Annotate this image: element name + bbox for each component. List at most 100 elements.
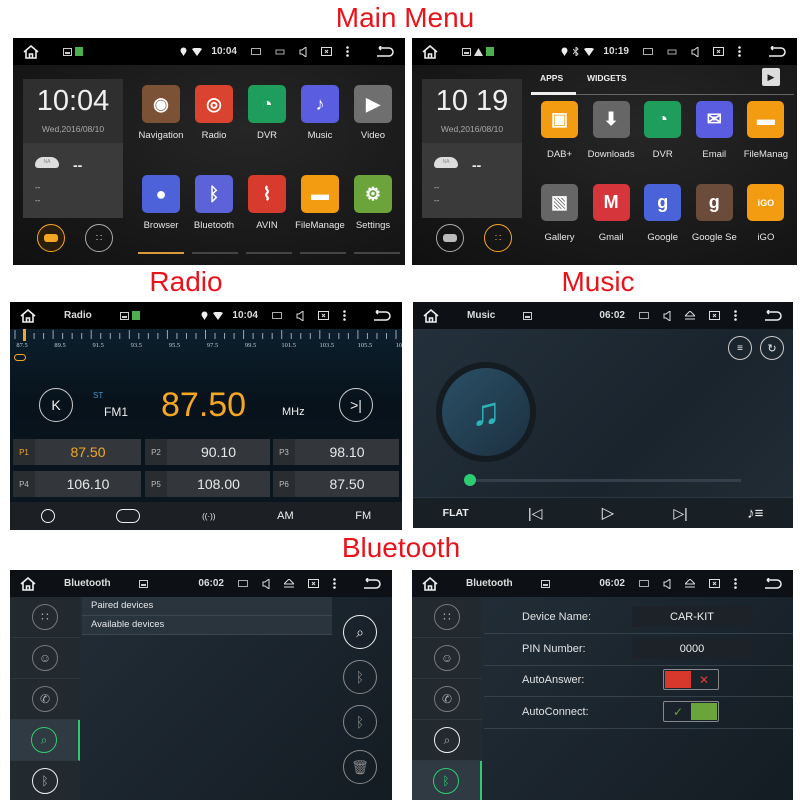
sidebar-search[interactable]: ⌕ bbox=[412, 720, 482, 761]
eject-icon[interactable] bbox=[685, 579, 695, 588]
preset-p3[interactable]: P3 98.10 bbox=[273, 439, 399, 465]
more-options-icon[interactable] bbox=[738, 46, 741, 57]
app-filemanag[interactable]: ▬ FileManag bbox=[739, 101, 792, 160]
sidebar-contacts[interactable]: ☺ bbox=[412, 638, 482, 679]
app-dvr[interactable]: ◔ DVR bbox=[240, 85, 294, 141]
app-gallery[interactable]: ▧ Gallery bbox=[533, 184, 586, 243]
clock-widget[interactable]: 10:04 Wed,2016/08/10 bbox=[23, 79, 123, 143]
preset-p1[interactable]: P1 87.50 bbox=[13, 439, 141, 465]
all-apps-button[interactable]: ∷ bbox=[484, 224, 512, 252]
more-options-icon[interactable] bbox=[333, 578, 336, 589]
more-options-icon[interactable] bbox=[346, 46, 349, 57]
playlist-button[interactable]: ♪≡ bbox=[747, 505, 763, 522]
battery-icon[interactable] bbox=[272, 312, 282, 319]
app-filemanage[interactable]: ▬ FileManage bbox=[293, 175, 347, 231]
app-igo[interactable]: iGO iGO bbox=[739, 184, 792, 243]
am-band-button[interactable]: AM bbox=[277, 510, 294, 522]
pin-number-field[interactable]: 0000 bbox=[632, 638, 752, 659]
page-indicator[interactable] bbox=[300, 252, 346, 254]
play-button[interactable]: ▷ bbox=[602, 503, 614, 523]
fm-band-button[interactable]: FM bbox=[355, 510, 371, 522]
volume-icon[interactable] bbox=[296, 310, 304, 321]
battery-icon[interactable] bbox=[251, 48, 261, 55]
home-icon[interactable] bbox=[20, 576, 36, 591]
frequency-scale[interactable] bbox=[10, 329, 402, 343]
battery-icon[interactable] bbox=[639, 312, 649, 319]
rds-signal-button[interactable]: ((·)) bbox=[202, 512, 215, 521]
sidebar-dialpad[interactable]: ∷ bbox=[10, 597, 80, 638]
back-icon[interactable] bbox=[763, 577, 783, 590]
app-downloads[interactable]: ⬇ Downloads bbox=[585, 101, 638, 160]
preset-p6[interactable]: P6 87.50 bbox=[273, 471, 399, 497]
preset-p4[interactable]: P4 106.10 bbox=[13, 471, 141, 497]
more-options-icon[interactable] bbox=[734, 310, 737, 321]
eject-icon[interactable] bbox=[284, 579, 294, 588]
sidebar-search[interactable]: ⌕ bbox=[10, 720, 80, 761]
battery-icon[interactable] bbox=[238, 580, 248, 587]
screen-off-icon[interactable] bbox=[308, 578, 319, 589]
progress-handle[interactable] bbox=[464, 474, 476, 486]
search-devices-button[interactable]: ⌕ bbox=[343, 615, 377, 649]
screen-off-icon[interactable] bbox=[321, 46, 332, 57]
back-icon[interactable] bbox=[362, 577, 382, 590]
page-indicator[interactable] bbox=[246, 252, 292, 254]
volume-icon[interactable] bbox=[299, 46, 307, 57]
app-music[interactable]: ♪ Music bbox=[293, 85, 347, 141]
device-list-available[interactable]: Available devices bbox=[82, 616, 332, 635]
car-mode-button[interactable] bbox=[436, 224, 464, 252]
preset-p5[interactable]: P5 108.00 bbox=[145, 471, 270, 497]
weather-widget[interactable]: NA -- -- -- bbox=[422, 143, 522, 218]
tuning-needle[interactable] bbox=[23, 329, 26, 341]
sidebar-settings[interactable]: ᛒ bbox=[412, 761, 482, 800]
screen-off-icon[interactable] bbox=[318, 310, 329, 321]
eject-icon[interactable] bbox=[685, 311, 695, 320]
app-video[interactable]: ▶ Video bbox=[346, 85, 400, 141]
volume-icon[interactable] bbox=[663, 578, 671, 589]
disconnect-device-button[interactable]: ᛒ bbox=[343, 705, 377, 739]
repeat-button[interactable]: ↻ bbox=[760, 336, 784, 360]
app-avin[interactable]: ⌇ AVIN bbox=[240, 175, 294, 231]
battery-icon[interactable] bbox=[639, 580, 649, 587]
app-settings[interactable]: ⚙ Settings bbox=[346, 175, 400, 231]
preset-p2[interactable]: P2 90.10 bbox=[145, 439, 270, 465]
seek-prev-button[interactable]: K bbox=[39, 388, 73, 422]
app-bluetooth[interactable]: ᛒ Bluetooth bbox=[187, 175, 241, 231]
sd-card-icon[interactable] bbox=[667, 49, 677, 55]
stereo-toggle-button[interactable] bbox=[116, 509, 141, 523]
app-gmail[interactable]: M Gmail bbox=[585, 184, 638, 243]
sidebar-contacts[interactable]: ☺ bbox=[10, 638, 80, 679]
play-store-icon[interactable]: ▶ bbox=[762, 68, 780, 86]
page-indicator[interactable] bbox=[138, 252, 184, 254]
home-icon[interactable] bbox=[422, 576, 438, 591]
home-icon[interactable] bbox=[422, 44, 438, 59]
app-email[interactable]: ✉ Email bbox=[688, 101, 741, 160]
connect-device-button[interactable]: ᛒ bbox=[343, 660, 377, 694]
screen-off-icon[interactable] bbox=[709, 310, 720, 321]
app-dvr[interactable]: ◔ DVR bbox=[636, 101, 689, 160]
app-google[interactable]: g Google bbox=[636, 184, 689, 243]
back-icon[interactable] bbox=[767, 45, 787, 58]
app-google-se[interactable]: g Google Se bbox=[688, 184, 741, 243]
clock-widget[interactable]: 10 19 Wed,2016/08/10 bbox=[422, 79, 522, 143]
sidebar-settings[interactable]: ᛒ bbox=[10, 761, 80, 800]
sidebar-dialpad[interactable]: ∷ bbox=[412, 597, 482, 638]
sd-card-icon[interactable] bbox=[275, 49, 285, 55]
page-indicator[interactable] bbox=[354, 252, 400, 254]
sidebar-call-log[interactable]: ✆ bbox=[10, 679, 80, 720]
volume-icon[interactable] bbox=[691, 46, 699, 57]
app-dab-[interactable]: ▣ DAB+ bbox=[533, 101, 586, 160]
device-list-paired[interactable]: Paired devices bbox=[82, 597, 332, 616]
device-name-field[interactable]: CAR-KIT bbox=[632, 606, 752, 627]
eq-preset-button[interactable]: FLAT bbox=[443, 507, 469, 519]
auto-connect-toggle[interactable]: ✓ bbox=[663, 701, 719, 722]
tab-widgets[interactable]: WIDGETS bbox=[587, 73, 627, 83]
page-indicator[interactable] bbox=[192, 252, 238, 254]
equalizer-button[interactable]: ≡ bbox=[728, 336, 752, 360]
back-icon[interactable] bbox=[375, 45, 395, 58]
screen-off-icon[interactable] bbox=[709, 578, 720, 589]
app-radio[interactable]: ◎ Radio bbox=[187, 85, 241, 141]
car-mode-button[interactable] bbox=[37, 224, 65, 252]
delete-device-button[interactable]: 🗑 bbox=[343, 750, 377, 784]
sidebar-call-log[interactable]: ✆ bbox=[412, 679, 482, 720]
next-track-button[interactable]: ▷| bbox=[673, 505, 687, 522]
